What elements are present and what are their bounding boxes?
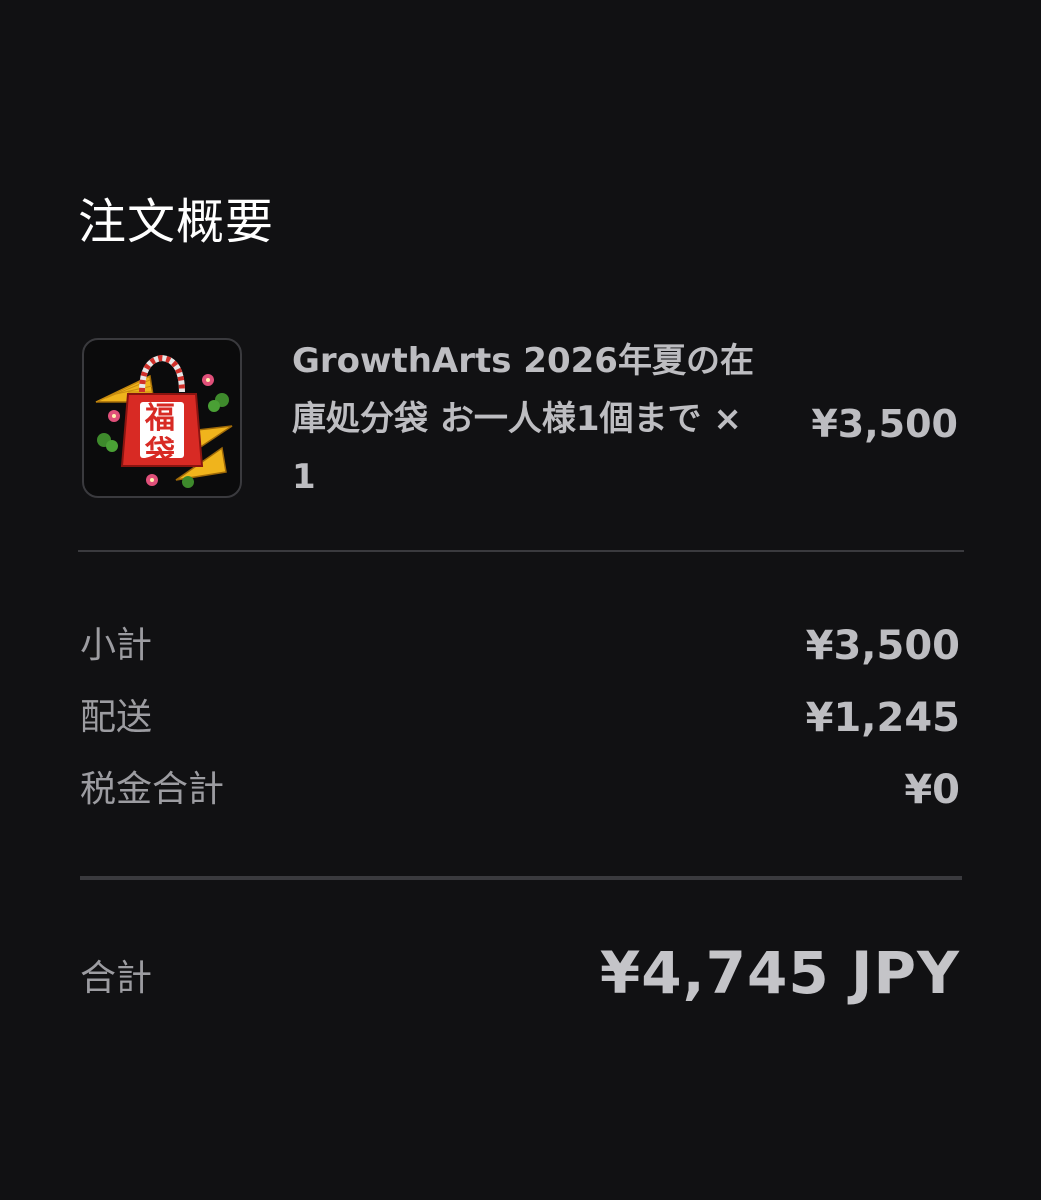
subtotal-row: 小計 ¥3,500 xyxy=(80,616,960,676)
tax-value: ¥0 xyxy=(904,767,960,813)
subtotal-label: 小計 xyxy=(80,625,153,666)
subtotal-value: ¥3,500 xyxy=(805,623,960,669)
total-row: 合計 ¥4,745 JPY xyxy=(80,935,960,1015)
divider xyxy=(80,876,962,880)
shipping-row: 配送 ¥1,245 xyxy=(80,688,960,748)
total-label: 合計 xyxy=(80,958,153,999)
tax-label: 税金合計 xyxy=(80,769,225,810)
total-value: ¥4,745 JPY xyxy=(599,939,960,1007)
tax-row: 税金合計 ¥0 xyxy=(80,760,960,820)
product-name: GrowthArts 2026年夏の在庫処分袋 お一人様1個まで × 1 xyxy=(292,341,754,497)
page-title: 注文概要 xyxy=(78,194,275,250)
shipping-label: 配送 xyxy=(80,697,153,738)
product-price: ¥3,500 xyxy=(811,402,958,446)
shipping-value: ¥1,245 xyxy=(805,695,960,741)
divider xyxy=(78,550,964,552)
order-line-item: GrowthArts 2026年夏の在庫処分袋 お一人様1個まで × 1 ¥3,… xyxy=(82,338,962,498)
bag-label-text: 福袋 xyxy=(145,401,175,470)
